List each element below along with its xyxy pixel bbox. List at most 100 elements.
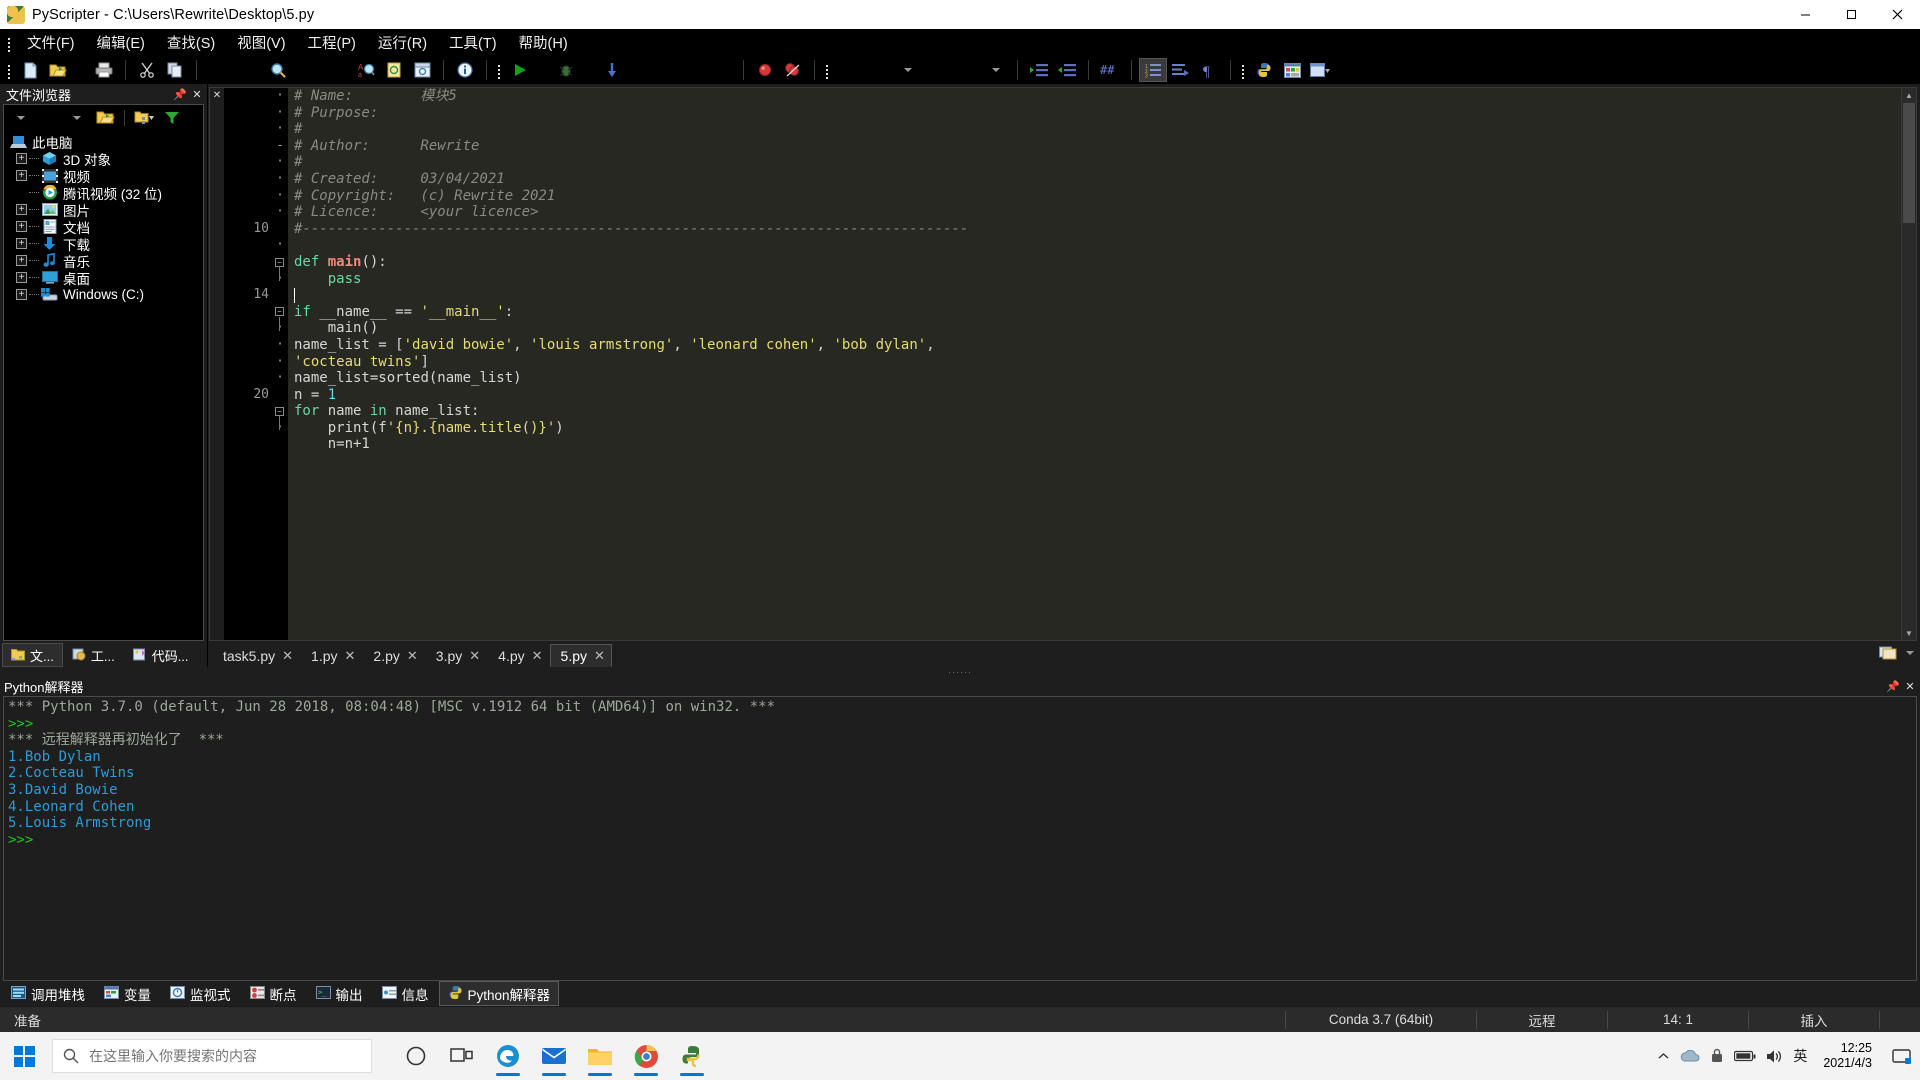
find-replace-icon[interactable]: Aa xyxy=(352,58,380,82)
close-button[interactable] xyxy=(1874,0,1920,29)
expand-icon[interactable]: + xyxy=(16,272,27,283)
tree-item[interactable]: + 桌面 xyxy=(4,269,203,287)
expand-icon[interactable]: + xyxy=(16,204,27,215)
back-dropdown-icon[interactable] xyxy=(8,107,34,129)
code-line[interactable]: # Author: Rewrite xyxy=(288,138,1901,155)
pyscripter-icon[interactable] xyxy=(672,1034,712,1078)
dropdown-2-icon[interactable] xyxy=(982,58,1010,82)
taskbar-clock[interactable]: 12:25 2021/4/3 xyxy=(1817,1041,1878,1071)
file-tree[interactable]: 此电脑 +3D 对象 + 视频 腾讯视频 (32 位) + 图片 + 文档 + 下载 + 音乐 + 桌面 + W… xyxy=(4,131,203,640)
menu-file[interactable]: 文件(F) xyxy=(16,29,86,56)
code-line[interactable]: def main(): xyxy=(288,254,1901,271)
bookmark-gutter[interactable] xyxy=(224,88,238,640)
expand-icon[interactable]: + xyxy=(16,289,27,300)
fold-mark[interactable] xyxy=(272,221,288,238)
code-line[interactable] xyxy=(288,287,1901,304)
code-line[interactable]: pass xyxy=(288,271,1901,288)
fold-mark[interactable]: - xyxy=(272,138,288,155)
code-line[interactable]: # xyxy=(288,154,1901,171)
fold-toggle[interactable]: − xyxy=(275,257,284,267)
bottom-tab[interactable]: Python解释器 xyxy=(438,981,560,1006)
interpreter-output[interactable]: *** Python 3.7.0 (default, Jun 28 2018, … xyxy=(3,696,1917,981)
fold-mark[interactable]: · xyxy=(272,337,288,354)
chrome-icon[interactable] xyxy=(626,1034,666,1078)
bottom-tab[interactable]: >_ 输出 xyxy=(307,981,372,1006)
editor-vertical-scrollbar[interactable]: ▲ ▼ xyxy=(1901,88,1916,640)
code-line[interactable]: #---------------------------------------… xyxy=(288,221,1901,238)
code-line[interactable]: # Copyright: (c) Rewrite 2021 xyxy=(288,188,1901,205)
task-view-icon[interactable] xyxy=(442,1034,482,1078)
dropdown-1-icon[interactable] xyxy=(894,58,922,82)
fold-mark[interactable]: · xyxy=(272,420,288,437)
fold-mark[interactable]: · xyxy=(272,171,288,188)
dock-tab-code-explorer[interactable]: 代码... xyxy=(124,643,198,667)
editor-tab[interactable]: 1.py ✕ xyxy=(300,644,362,667)
bottom-tab[interactable]: 断点 xyxy=(241,981,306,1006)
security-icon[interactable] xyxy=(1710,1048,1724,1064)
tree-item[interactable]: + 视频 xyxy=(4,167,203,185)
tab-dropdown-icon[interactable] xyxy=(1906,651,1914,655)
goto-line-icon[interactable] xyxy=(408,58,436,82)
open-file-icon[interactable] xyxy=(44,58,72,82)
code-text-area[interactable]: # Name: 模块5 # Purpose: # # Author: Rewrite #… xyxy=(288,88,1901,640)
pin-icon[interactable]: 📌 xyxy=(1886,678,1900,694)
editor-tab[interactable]: 5.py ✕ xyxy=(549,644,612,667)
code-line[interactable]: # Name: 模块5 xyxy=(288,88,1901,105)
code-explorer-icon[interactable]: 123 xyxy=(1139,58,1167,82)
step-into-icon[interactable] xyxy=(598,58,626,82)
code-line[interactable]: # Created: 03/04/2021 xyxy=(288,171,1901,188)
fold-mark[interactable]: · xyxy=(272,370,288,387)
new-file-icon[interactable] xyxy=(16,58,44,82)
menu-run[interactable]: 运行(R) xyxy=(367,29,438,56)
fold-mark[interactable]: · xyxy=(272,188,288,205)
tab-close-icon[interactable]: ✕ xyxy=(345,648,356,664)
highlight-icon[interactable] xyxy=(380,58,408,82)
unindent-icon[interactable] xyxy=(1053,58,1081,82)
fold-mark[interactable]: · xyxy=(272,354,288,371)
code-line[interactable]: 'cocteau twins'] xyxy=(288,354,1901,371)
tab-close-icon[interactable]: ✕ xyxy=(594,648,605,664)
folder-options-icon[interactable] xyxy=(131,107,157,129)
code-line[interactable]: # xyxy=(288,121,1901,138)
expand-icon[interactable]: + xyxy=(16,153,27,164)
bottom-tab[interactable]: 监视式 xyxy=(161,981,240,1006)
minimize-button[interactable] xyxy=(1782,0,1828,29)
fold-mark[interactable]: · xyxy=(272,271,288,288)
fold-mark[interactable]: · xyxy=(272,320,288,337)
bottom-tab[interactable]: 信息 xyxy=(373,981,438,1006)
comment-icon[interactable]: ## xyxy=(1096,58,1124,82)
expand-icon[interactable]: + xyxy=(16,170,27,181)
menu-search[interactable]: 查找(S) xyxy=(156,29,226,56)
notification-icon[interactable] xyxy=(1888,1041,1914,1071)
tab-close-icon[interactable]: ✕ xyxy=(282,648,293,664)
fold-mark[interactable] xyxy=(272,287,288,304)
print-icon[interactable] xyxy=(90,58,118,82)
breakpoint-icon[interactable] xyxy=(751,58,779,82)
menu-help[interactable]: 帮助(H) xyxy=(508,29,579,56)
copy-icon[interactable] xyxy=(161,58,189,82)
dock-tab-file-explorer[interactable]: 文... xyxy=(2,643,63,667)
variables-icon[interactable] xyxy=(1278,58,1306,82)
code-line[interactable]: for name in name_list: xyxy=(288,403,1901,420)
cortana-icon[interactable] xyxy=(396,1034,436,1078)
fold-toggle[interactable]: − xyxy=(275,406,284,416)
expand-icon[interactable]: + xyxy=(16,238,27,249)
menu-tools[interactable]: 工具(T) xyxy=(438,29,508,56)
run-icon[interactable] xyxy=(506,58,534,82)
expand-icon[interactable]: + xyxy=(16,221,27,232)
fold-mark[interactable]: · xyxy=(272,154,288,171)
code-editor[interactable]: ✕ 101420 ···-·······-······−−− # Name: 模… xyxy=(209,87,1917,641)
tree-item[interactable]: + 下载 xyxy=(4,235,203,253)
layout-icon[interactable] xyxy=(1306,58,1334,82)
code-line[interactable]: if __name__ == '__main__': xyxy=(288,304,1901,321)
filter-icon[interactable] xyxy=(159,107,185,129)
code-line[interactable]: main() xyxy=(288,320,1901,337)
tab-list-icon[interactable] xyxy=(1874,641,1902,665)
tab-close-icon[interactable]: ✕ xyxy=(469,648,480,664)
editor-tab[interactable]: 4.py ✕ xyxy=(487,644,549,667)
editor-tab[interactable]: task5.py ✕ xyxy=(212,644,300,667)
tree-item[interactable]: + Windows (C:) xyxy=(4,286,203,303)
onedrive-icon[interactable] xyxy=(1680,1049,1700,1063)
chevron-up-icon[interactable] xyxy=(1657,1050,1670,1063)
file-explorer-icon[interactable] xyxy=(580,1034,620,1078)
